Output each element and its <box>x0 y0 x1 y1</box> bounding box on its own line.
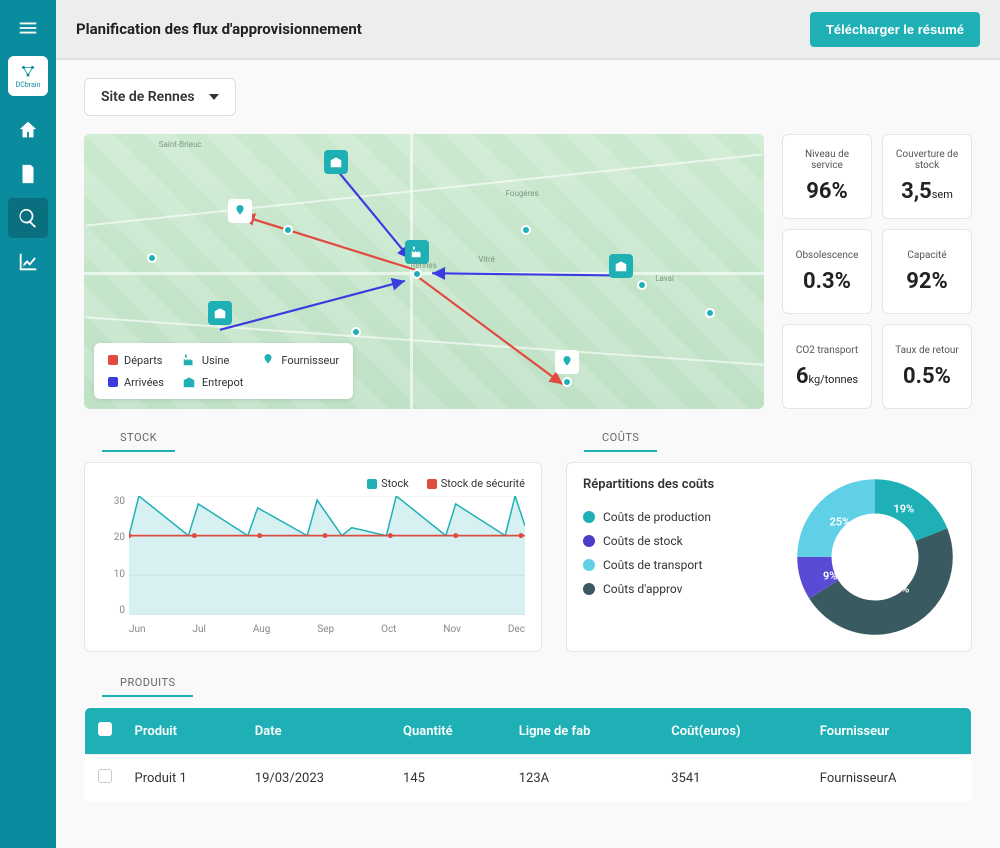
section-header-stock: STOCK <box>102 425 175 452</box>
section-header-costs: COÛTS <box>584 425 657 452</box>
stock-chart-yaxis: 3020100 <box>101 496 125 616</box>
map-marker-supplier[interactable] <box>228 199 252 223</box>
caret-down-icon <box>209 94 219 100</box>
map-marker-warehouse[interactable] <box>609 254 633 278</box>
app-logo: DCbrain <box>8 56 48 96</box>
col-cost[interactable]: Coût(euros) <box>661 708 810 755</box>
site-selector-dropdown[interactable]: Site de Rennes <box>84 78 236 116</box>
section-header-products: PRODUITS <box>102 670 193 697</box>
costs-title: Répartitions des coûts <box>583 477 777 492</box>
map-marker-warehouse[interactable] <box>208 301 232 325</box>
site-selector-value: Site de Rennes <box>101 89 195 105</box>
factory-icon <box>182 353 196 367</box>
map-legend: Départs Usine Fournisseur Arrivées Entre… <box>94 343 353 399</box>
sidebar: DCbrain <box>0 0 56 848</box>
nav-home[interactable] <box>8 110 48 150</box>
stock-chart-legend: Stock Stock de sécurité <box>101 477 525 490</box>
col-date[interactable]: Date <box>245 708 393 755</box>
kpi-obsolescence: Obsolescence 0.3% <box>782 229 872 314</box>
map-marker-supplier[interactable] <box>555 350 579 374</box>
kpi-stock-coverage: Couverture de stock 3,5sem <box>882 134 972 219</box>
leaf-icon <box>261 353 275 367</box>
kpi-service-level: Niveau de service 96% <box>782 134 872 219</box>
hamburger-menu-button[interactable] <box>8 8 48 48</box>
map-marker-warehouse[interactable] <box>324 150 348 174</box>
col-product[interactable]: Produit <box>125 708 245 755</box>
row-checkbox[interactable] <box>98 769 112 783</box>
products-table: Produit Date Quantité Ligne de fab Coût(… <box>84 707 972 802</box>
warehouse-icon <box>182 375 196 389</box>
supply-flow-map[interactable]: Rennes Laval Saint-Brieuc Fougères Vitré… <box>84 134 764 409</box>
stock-chart-card: Stock Stock de sécurité 3020100 <box>84 462 542 652</box>
header: Planification des flux d'approvisionneme… <box>56 0 1000 60</box>
costs-card: Répartitions des coûts Coûts de producti… <box>566 462 972 652</box>
costs-donut-chart: 19% 47% 9% 25% <box>795 477 955 637</box>
stock-chart-xaxis: Jun Jul Aug Sep Oct Nov Dec <box>129 624 525 635</box>
kpi-return-rate: Taux de retour 0.5% <box>882 324 972 409</box>
costs-legend: Coûts de production Coûts de stock Coûts… <box>583 510 777 596</box>
download-summary-button[interactable]: Télécharger le résumé <box>810 12 980 47</box>
stock-chart-svg <box>129 496 525 615</box>
nav-search[interactable] <box>8 198 48 238</box>
nav-analytics[interactable] <box>8 242 48 282</box>
kpi-grid: Niveau de service 96% Couverture de stoc… <box>782 134 972 409</box>
col-line[interactable]: Ligne de fab <box>509 708 662 755</box>
table-row[interactable]: Produit 1 19/03/2023 145 123A 3541 Fourn… <box>85 755 972 802</box>
nav-documents[interactable] <box>8 154 48 194</box>
select-all-checkbox[interactable] <box>98 722 112 736</box>
col-quantity[interactable]: Quantité <box>393 708 509 755</box>
col-supplier[interactable]: Fournisseur <box>810 708 972 755</box>
kpi-co2-transport: CO2 transport 6kg/tonnes <box>782 324 872 409</box>
kpi-capacity: Capacité 92% <box>882 229 972 314</box>
page-title: Planification des flux d'approvisionneme… <box>76 20 362 38</box>
